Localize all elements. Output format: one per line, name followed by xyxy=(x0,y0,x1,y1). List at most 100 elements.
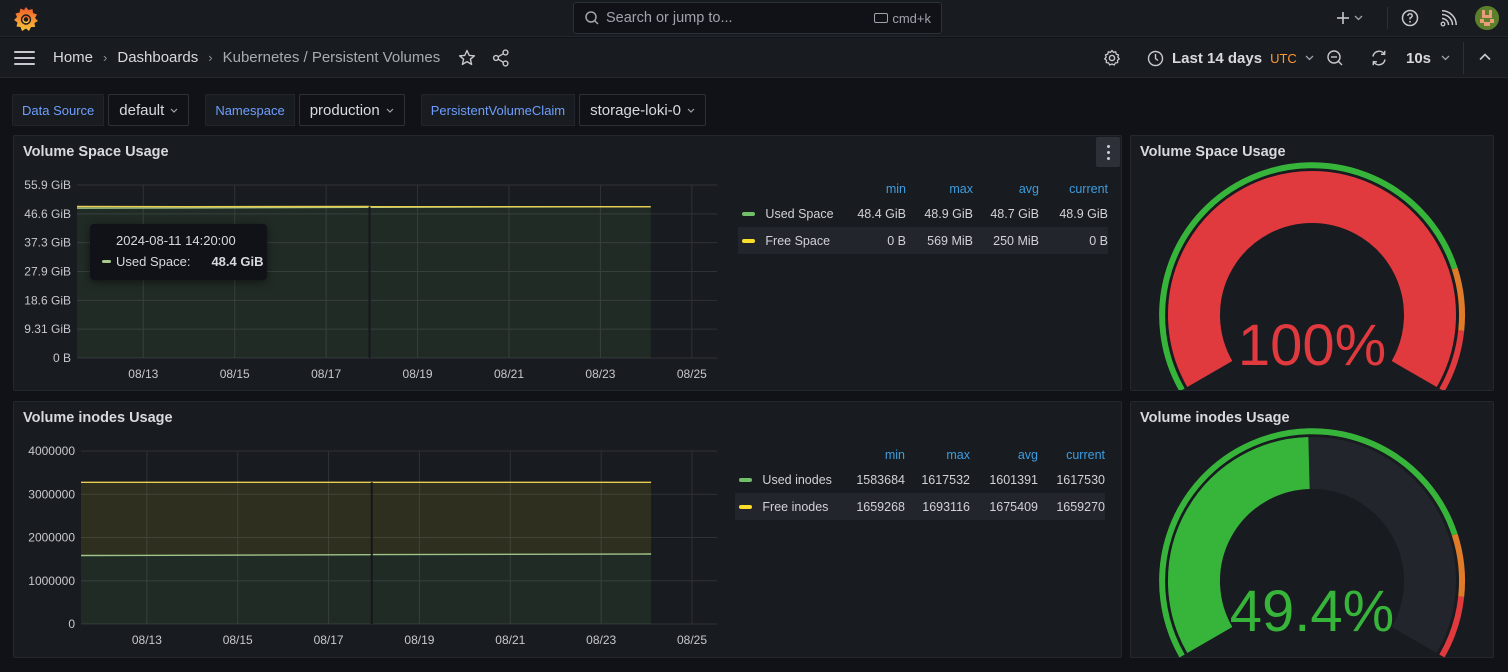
series-name: Free inodes xyxy=(762,499,829,514)
series-color-swatch xyxy=(742,239,755,244)
variable-select-datasource[interactable]: default xyxy=(108,94,190,126)
breadcrumb-home[interactable]: Home xyxy=(53,49,93,66)
variable-value: production xyxy=(309,101,380,119)
search-icon xyxy=(585,11,599,25)
legend-col-max[interactable]: max xyxy=(905,444,970,466)
gauge-volume-inodes-usage[interactable]: 49.4% xyxy=(1130,426,1494,658)
legend-col-current[interactable]: current xyxy=(1039,178,1108,200)
x-tick-label: 08/23 xyxy=(586,633,616,647)
breadcrumb-separator-icon: › xyxy=(103,50,108,65)
legend-value-avg: 1601391 xyxy=(989,472,1038,487)
series-color-swatch xyxy=(739,505,752,510)
search-input[interactable]: Search or jump to... cmd+k xyxy=(573,2,942,34)
timezone-label: UTC xyxy=(1270,50,1297,66)
chevron-down-icon xyxy=(1441,55,1450,61)
variable-value: default xyxy=(119,101,165,119)
variable-select-namespace[interactable]: production xyxy=(298,94,405,126)
user-avatar[interactable] xyxy=(1475,6,1499,30)
menu-hamburger-icon[interactable] xyxy=(14,50,36,66)
chevron-down-icon xyxy=(1354,15,1363,21)
legend-value-min: 0 B xyxy=(848,227,906,254)
tooltip-row: Used Space: 48.4 GiB xyxy=(102,254,263,269)
legend-value-current: 0 B xyxy=(1039,227,1108,254)
refresh-icon[interactable] xyxy=(1370,49,1388,67)
legend-value-current: 1659270 xyxy=(1038,493,1105,520)
legend-space: min max avg current Used Space 48.4 GiB … xyxy=(738,178,1108,254)
divider xyxy=(1463,42,1464,74)
legend-row-free-inodes[interactable]: Free inodes 1659268 1693116 1675409 1659… xyxy=(735,493,1105,520)
star-icon[interactable] xyxy=(458,49,476,67)
chevron-down-icon xyxy=(687,108,695,113)
dot xyxy=(1106,150,1110,154)
legend-row-used-space[interactable]: Used Space 48.4 GiB 48.9 GiB 48.7 GiB 48… xyxy=(738,200,1108,227)
series-name: Used inodes xyxy=(762,472,832,487)
dashboard-settings-gear-icon[interactable] xyxy=(1103,49,1121,67)
variable-label-pvc: PersistentVolumeClaim xyxy=(420,94,576,126)
legend-col-current[interactable]: current xyxy=(1038,444,1105,466)
clock-icon xyxy=(1147,50,1164,66)
avatar-identicon-icon xyxy=(1475,6,1499,30)
legend-value-min: 1659268 xyxy=(842,493,905,520)
time-range-label: Last 14 days xyxy=(1172,49,1263,67)
y-tick-label: 3000000 xyxy=(28,487,75,501)
breadcrumb-current-dashboard: Kubernetes / Persistent Volumes xyxy=(222,49,441,66)
x-tick-label: 08/25 xyxy=(677,633,707,647)
zoom-out-icon[interactable] xyxy=(1326,49,1344,67)
plus-icon xyxy=(1337,12,1349,24)
chevron-down-icon xyxy=(386,108,394,113)
x-tick-label: 08/21 xyxy=(494,367,524,381)
legend-col-min[interactable]: min xyxy=(848,178,906,200)
x-tick-label: 08/13 xyxy=(128,367,158,381)
y-tick-label: 37.3 GiB xyxy=(24,236,71,250)
legend-value-avg: 250 MiB xyxy=(973,227,1039,254)
chart-volume-inodes-usage[interactable]: 0 1000000 2000000 3000000 4000000 08/13 08/15 0… xyxy=(0,436,730,658)
legend-row-free-space[interactable]: Free Space 0 B 569 MiB 250 MiB 0 B xyxy=(738,227,1108,254)
legend-value-current: 48.9 GiB xyxy=(1059,206,1108,221)
refresh-interval-label: 10s xyxy=(1406,49,1432,67)
time-range-picker[interactable]: Last 14 days UTC xyxy=(1147,38,1314,78)
chart-volume-space-usage[interactable]: 0 B 9.31 GiB 18.6 GiB 27.9 GiB 37.3 GiB 46.6 … xyxy=(0,170,730,390)
panel-title: Volume inodes Usage xyxy=(1140,410,1290,426)
y-tick-label: 27.9 GiB xyxy=(24,265,71,279)
series-color-swatch xyxy=(102,260,111,263)
x-tick-label: 08/17 xyxy=(311,367,341,381)
grafana-logo-icon[interactable] xyxy=(13,6,39,32)
legend-col-avg[interactable]: avg xyxy=(970,444,1038,466)
x-tick-label: 08/15 xyxy=(223,633,253,647)
y-tick-label: 46.6 GiB xyxy=(24,207,71,221)
variable-label-namespace: Namespace xyxy=(205,94,295,126)
chevron-down-icon xyxy=(1305,55,1314,61)
panel-menu-button[interactable] xyxy=(1096,137,1120,167)
legend-row-used-inodes[interactable]: Used inodes 1583684 1617532 1601391 1617… xyxy=(735,466,1105,493)
template-variables-bar: Data Source default Namespace production… xyxy=(12,94,722,126)
y-tick-label: 2000000 xyxy=(28,531,75,545)
collapse-chevron-up-icon[interactable] xyxy=(1479,53,1491,61)
panel-title: Volume inodes Usage xyxy=(23,410,173,426)
help-icon[interactable] xyxy=(1401,9,1419,27)
legend-col-max[interactable]: max xyxy=(906,178,973,200)
new-menu-button[interactable] xyxy=(1336,6,1376,30)
chevron-down-icon xyxy=(170,108,178,113)
legend-value-avg: 1675409 xyxy=(970,493,1038,520)
legend-col-min[interactable]: min xyxy=(842,444,905,466)
x-tick-label: 08/13 xyxy=(132,633,162,647)
legend-col-avg[interactable]: avg xyxy=(973,178,1039,200)
refresh-interval-picker[interactable]: 10s xyxy=(1406,38,1450,78)
gauge-value-text: 49.4% xyxy=(1230,579,1394,644)
variable-select-pvc[interactable]: storage-loki-0 xyxy=(579,94,707,126)
x-tick-label: 08/19 xyxy=(403,367,433,381)
breadcrumb-dashboards[interactable]: Dashboards xyxy=(117,49,198,66)
legend-value-avg: 48.7 GiB xyxy=(990,206,1039,221)
share-icon[interactable] xyxy=(492,49,510,67)
series-color-swatch xyxy=(742,212,755,217)
tooltip-value: 48.4 GiB xyxy=(211,254,264,269)
keyboard-icon xyxy=(874,13,889,23)
breadcrumb: Home › Dashboards › Kubernetes / Persist… xyxy=(53,49,440,66)
gauge-volume-space-usage[interactable]: 100% xyxy=(1130,160,1494,390)
panel-title: Volume Space Usage xyxy=(1140,144,1286,160)
news-rss-icon[interactable] xyxy=(1440,10,1457,27)
y-tick-label: 0 xyxy=(68,617,75,631)
dashboard-nav-bar: Home › Dashboards › Kubernetes / Persist… xyxy=(0,38,1508,78)
search-shortcut: cmd+k xyxy=(874,11,931,26)
x-tick-label: 08/25 xyxy=(677,367,707,381)
